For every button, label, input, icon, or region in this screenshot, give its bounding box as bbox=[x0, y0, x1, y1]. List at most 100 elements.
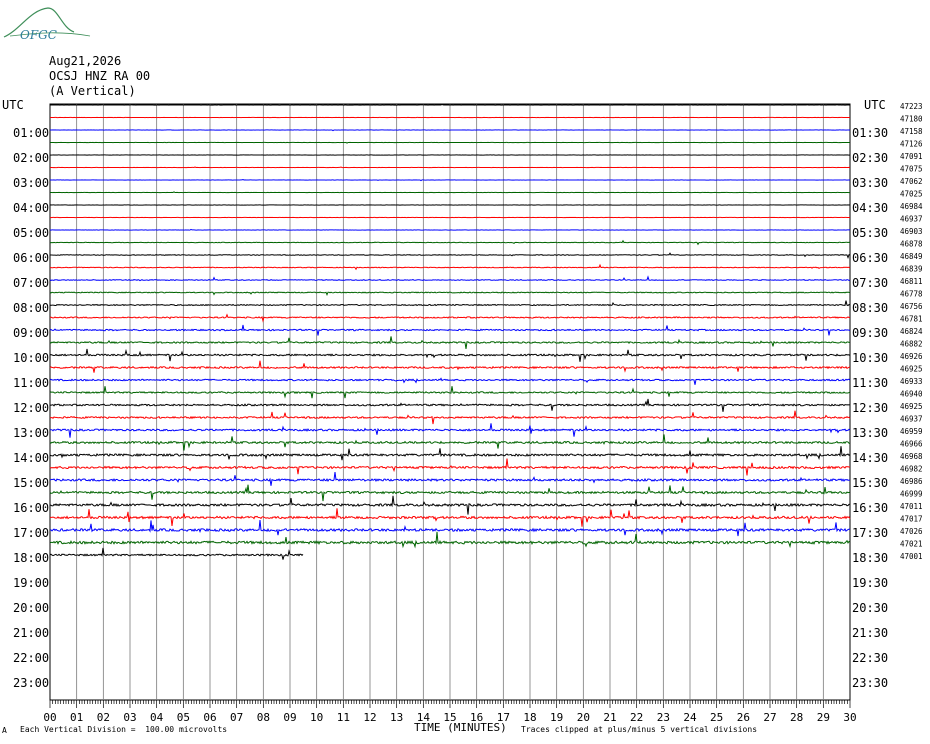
right-hour-label: 18:30 bbox=[852, 551, 888, 565]
trace-offset-label: 46986 bbox=[900, 477, 923, 486]
x-tick-label: 13 bbox=[390, 711, 403, 724]
seismic-trace bbox=[49, 547, 304, 560]
scale-note: Each Vertical Division = 100.00 microvol… bbox=[20, 725, 228, 734]
right-hour-label: 19:30 bbox=[852, 576, 888, 590]
x-tick-label: 29 bbox=[817, 711, 830, 724]
left-hour-label: 04:00 bbox=[13, 201, 49, 215]
trace-offset-label: 47075 bbox=[900, 165, 923, 174]
left-hour-label: 14:00 bbox=[13, 451, 49, 465]
trace-offset-label: 47158 bbox=[900, 127, 923, 136]
x-tick-label: 21 bbox=[603, 711, 616, 724]
trace-offset-label: 46999 bbox=[900, 490, 923, 499]
left-hour-label: 11:00 bbox=[13, 376, 49, 390]
right-hour-label: 09:30 bbox=[852, 326, 888, 340]
x-tick-label: 12 bbox=[363, 711, 376, 724]
right-hour-label: 10:30 bbox=[852, 351, 888, 365]
x-tick-label: 23 bbox=[657, 711, 670, 724]
right-hour-label: 21:30 bbox=[852, 626, 888, 640]
trace-offset-label: 46878 bbox=[900, 240, 923, 249]
x-tick-label: 20 bbox=[577, 711, 590, 724]
right-hour-label: 07:30 bbox=[852, 276, 888, 290]
right-hour-label: 04:30 bbox=[852, 201, 888, 215]
trace-offset-label: 46778 bbox=[900, 290, 923, 299]
trace-offset-label: 46925 bbox=[900, 365, 923, 374]
x-axis-title: TIME (MINUTES) bbox=[414, 721, 507, 734]
trace-offset-label: 46968 bbox=[900, 452, 923, 461]
x-tick-label: 26 bbox=[737, 711, 750, 724]
x-tick-label: 05 bbox=[177, 711, 190, 724]
left-hour-label: 22:00 bbox=[13, 651, 49, 665]
x-tick-label: 11 bbox=[337, 711, 350, 724]
x-tick-label: 01 bbox=[70, 711, 83, 724]
right-hour-label: 11:30 bbox=[852, 376, 888, 390]
trace-offset-label: 46982 bbox=[900, 465, 923, 474]
helicorder-plot: 00 01 02 03 04 05 06 07 08 09 10 11 12 13 14 15 16 17 18 19… bbox=[3, 7, 923, 724]
trace-offset-label: 47021 bbox=[900, 540, 923, 549]
x-tick-label: 19 bbox=[550, 711, 563, 724]
right-hour-label: 01:30 bbox=[852, 126, 888, 140]
right-hour-label: 08:30 bbox=[852, 301, 888, 315]
left-hour-label: 05:00 bbox=[13, 226, 49, 240]
trace-offset-label: 46940 bbox=[900, 390, 923, 399]
seismic-trace bbox=[50, 129, 850, 132]
right-utc-title: UTC bbox=[864, 98, 886, 112]
x-tick-label: 00 bbox=[43, 711, 56, 724]
x-tick-label: 03 bbox=[123, 711, 136, 724]
trace-offset-label: 46839 bbox=[900, 265, 923, 274]
left-hour-label: 09:00 bbox=[13, 326, 49, 340]
seismic-trace bbox=[50, 141, 850, 144]
x-tick-label: 10 bbox=[310, 711, 323, 724]
trace-offset-label: 46984 bbox=[900, 202, 923, 211]
seismic-trace bbox=[50, 103, 851, 106]
x-tick-label: 02 bbox=[97, 711, 110, 724]
seismic-trace bbox=[50, 178, 850, 182]
trace-offset-label: 46937 bbox=[900, 215, 923, 224]
x-tick-label: 09 bbox=[283, 711, 296, 724]
trace-offset-label: 46756 bbox=[900, 302, 923, 311]
trace-offset-label: 46937 bbox=[900, 415, 923, 424]
left-hour-label: 08:00 bbox=[13, 301, 49, 315]
x-tick-label: 06 bbox=[203, 711, 216, 724]
left-hour-label: 15:00 bbox=[13, 476, 49, 490]
x-tick-label: 07 bbox=[230, 711, 243, 724]
trace-offset-label: 46966 bbox=[900, 440, 923, 449]
right-hour-label: 14:30 bbox=[852, 451, 888, 465]
corner-mark: A bbox=[2, 726, 7, 735]
left-hour-label: 19:00 bbox=[13, 576, 49, 590]
right-hour-label: 20:30 bbox=[852, 601, 888, 615]
left-utc-title: UTC bbox=[2, 98, 24, 112]
right-hour-label: 23:30 bbox=[852, 676, 888, 690]
left-hour-label: 23:00 bbox=[13, 676, 49, 690]
right-hour-label: 15:30 bbox=[852, 476, 888, 490]
x-tick-label: 30 bbox=[843, 711, 856, 724]
right-hour-label: 22:30 bbox=[852, 651, 888, 665]
left-hour-label: 06:00 bbox=[13, 251, 49, 265]
trace-offset-label: 46933 bbox=[900, 377, 923, 386]
right-hour-label: 03:30 bbox=[852, 176, 888, 190]
trace-offset-label: 46824 bbox=[900, 327, 923, 336]
trace-offset-label: 46903 bbox=[900, 227, 923, 236]
plot-grid bbox=[49, 103, 851, 701]
trace-offset-label: 47223 bbox=[900, 102, 923, 111]
x-tick-label: 27 bbox=[763, 711, 776, 724]
right-hour-label: 06:30 bbox=[852, 251, 888, 265]
right-hour-label: 13:30 bbox=[852, 426, 888, 440]
trace-offset-label: 47180 bbox=[900, 115, 923, 124]
x-tick-label: 25 bbox=[710, 711, 723, 724]
x-tick-label: 22 bbox=[630, 711, 643, 724]
trace-offset-label: 46781 bbox=[900, 315, 923, 324]
right-hour-label: 17:30 bbox=[852, 526, 888, 540]
trace-offset-label: 47017 bbox=[900, 515, 923, 524]
station-code: OCSJ HNZ RA 00 bbox=[49, 69, 151, 83]
trace-offset-label: 46959 bbox=[900, 427, 923, 436]
left-hour-label: 01:00 bbox=[13, 126, 49, 140]
x-tick-label: 18 bbox=[523, 711, 536, 724]
x-tick-label: 08 bbox=[257, 711, 270, 724]
trace-offset-label: 47025 bbox=[900, 190, 923, 199]
right-hour-label: 05:30 bbox=[852, 226, 888, 240]
left-hour-label: 02:00 bbox=[13, 151, 49, 165]
x-tick-label: 24 bbox=[683, 711, 697, 724]
left-hour-labels: 01:00 02:00 03:00 04:00 05:00 06:00 07:00 08:00… bbox=[13, 126, 49, 690]
right-hour-label: 16:30 bbox=[852, 501, 888, 515]
right-hour-labels: 01:30 02:30 03:30 04:30 05:30 06:30 07:30 08:30… bbox=[852, 126, 888, 690]
